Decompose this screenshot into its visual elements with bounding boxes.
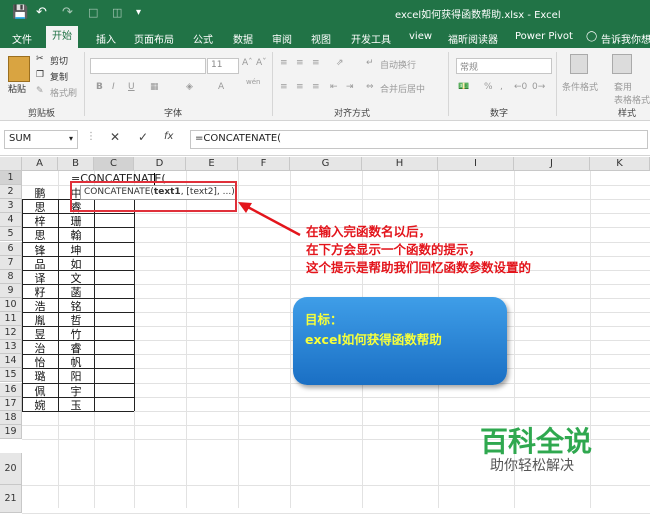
goal-title: 目标： bbox=[305, 312, 343, 327]
annotation-line-3: 这个提示是帮助我们回忆函数参数设置的 bbox=[306, 260, 532, 275]
annotation-line-1: 在输入完函数名以后， bbox=[306, 224, 432, 239]
watermark-title: 百科全说 bbox=[480, 425, 593, 458]
annotation-line-2: 在下方会显示一个函数的提示， bbox=[306, 242, 482, 257]
watermark-subtitle: 助你轻松解决 bbox=[490, 458, 574, 474]
goal-box: 目标： excel如何获得函数帮助 bbox=[293, 297, 507, 385]
goal-text: excel如何获得函数帮助 bbox=[305, 332, 442, 347]
